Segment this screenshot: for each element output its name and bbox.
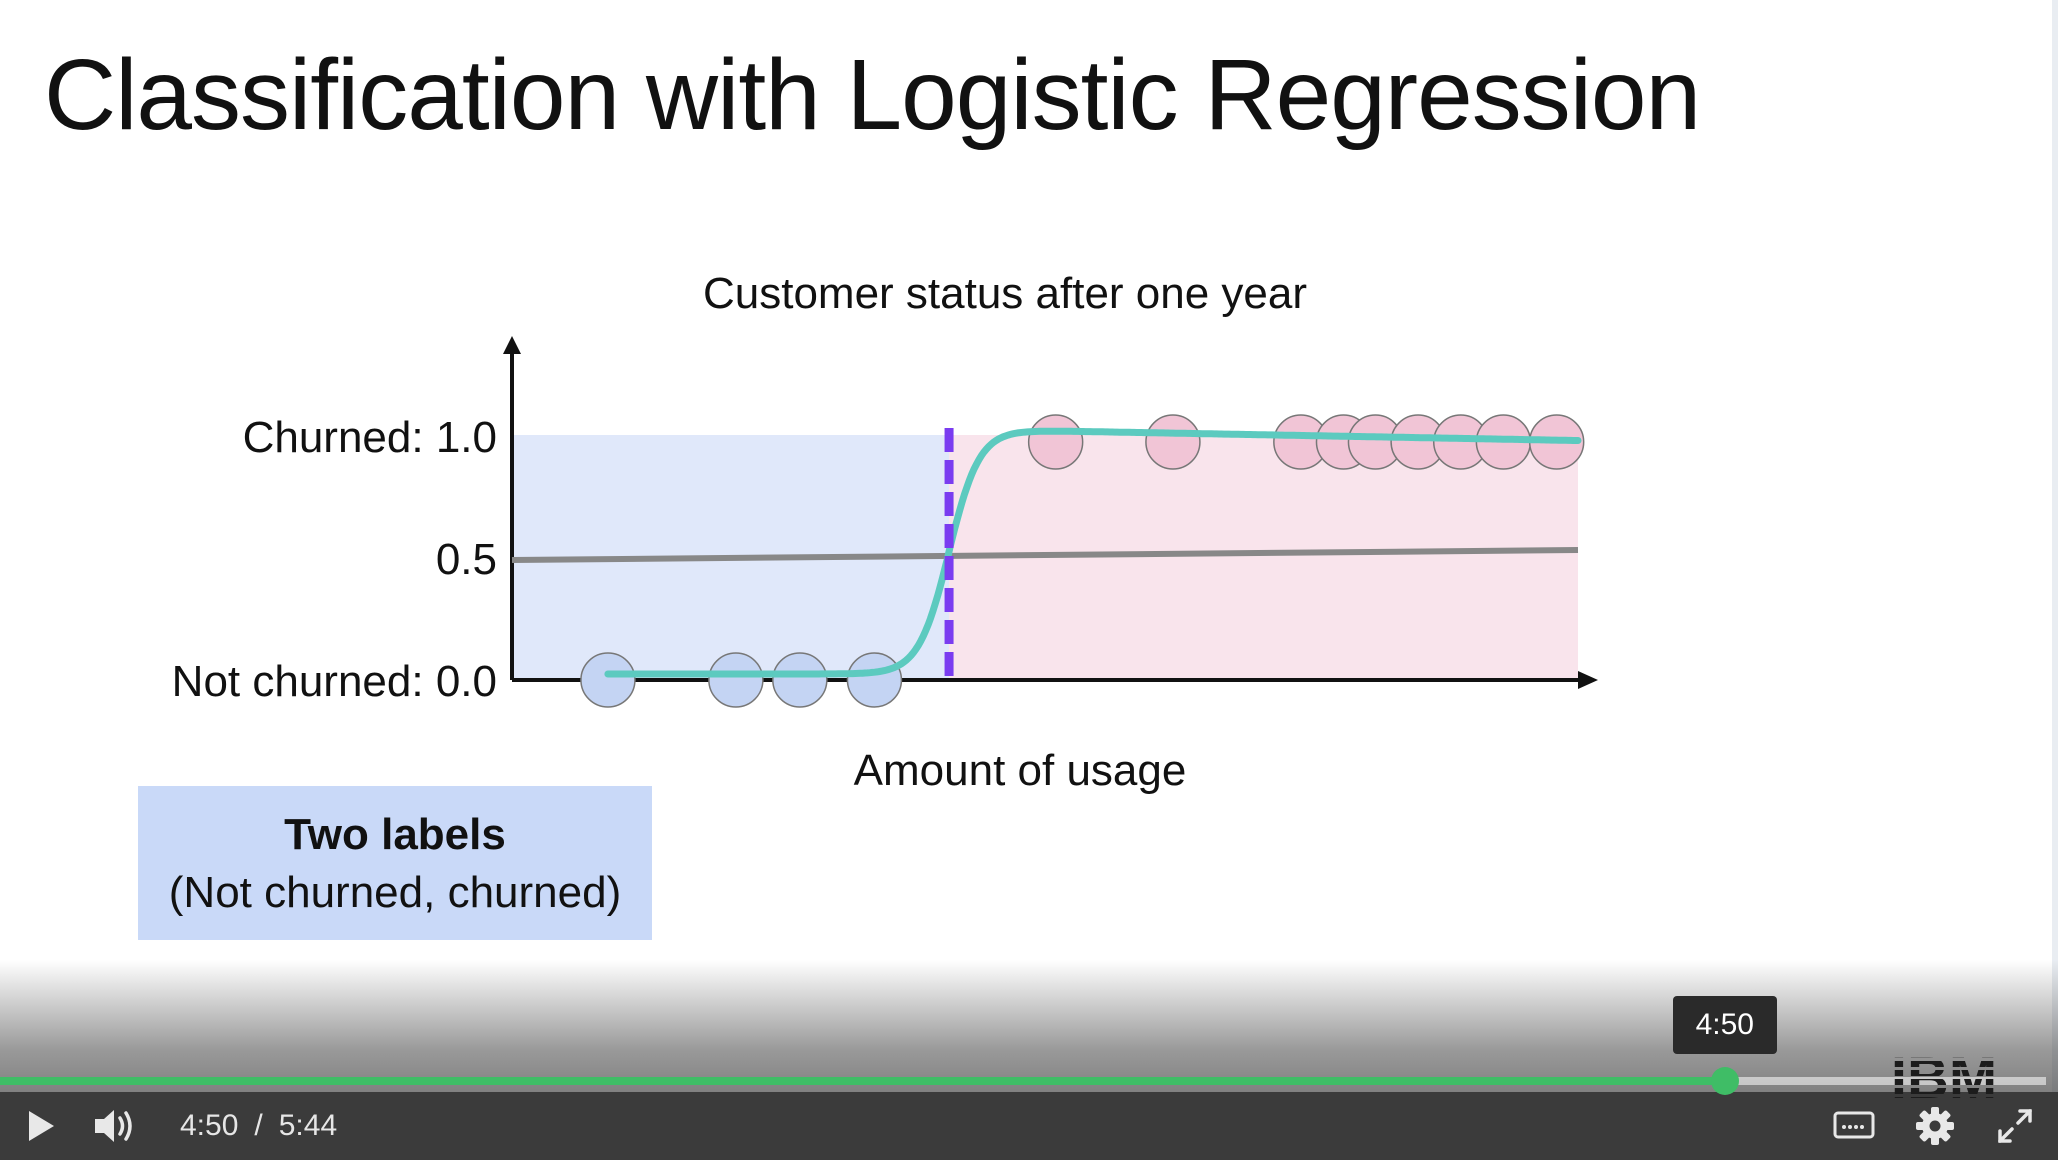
y-tick-label: Not churned: 0.0 [172,657,497,706]
label-callout-text: (Not churned, churned) [168,868,622,917]
y-tick-label: 0.5 [436,535,497,584]
data-point-not-churned [708,652,764,708]
progress-handle[interactable] [1710,1067,1739,1095]
x-axis-arrow [1578,671,1598,689]
ibm-logo-text: IBM [1891,1050,1997,1104]
y-tick-label: Churned: 1.0 [243,413,497,462]
fullscreen-icon [1998,1109,2032,1143]
data-point-not-churned [580,652,636,708]
x-axis-label: Amount of usage [854,746,1187,795]
data-point-not-churned [772,652,828,708]
time-display: 4:50 / 5:44 [180,1100,337,1152]
data-point-churned [1145,414,1201,470]
current-time: 4:50 [180,1109,239,1142]
play-button[interactable] [18,1100,64,1152]
captions-button[interactable] [1828,1100,1880,1152]
y-axis-arrow [503,336,521,354]
data-point-churned [1027,414,1084,470]
time-tooltip: 4:50 [1672,996,1777,1054]
progress-fill [0,1077,1725,1085]
duration: 5:44 [278,1109,338,1142]
settings-button[interactable] [1910,1100,1960,1152]
gear-icon [1916,1107,1954,1145]
progress-bar[interactable] [0,1077,2046,1085]
captions-icon [1833,1111,1875,1139]
data-point-not-churned [846,652,903,708]
time-separator: / [254,1109,263,1142]
fullscreen-button[interactable] [1990,1100,2040,1152]
volume-button[interactable] [86,1100,144,1152]
chart-title: Customer status after one year [703,269,1307,318]
volume-icon [95,1110,132,1142]
play-icon [29,1111,54,1141]
label-callout-heading: Two labels [284,810,506,859]
label-callout: Two labels (Not churned, churned) [138,786,652,940]
